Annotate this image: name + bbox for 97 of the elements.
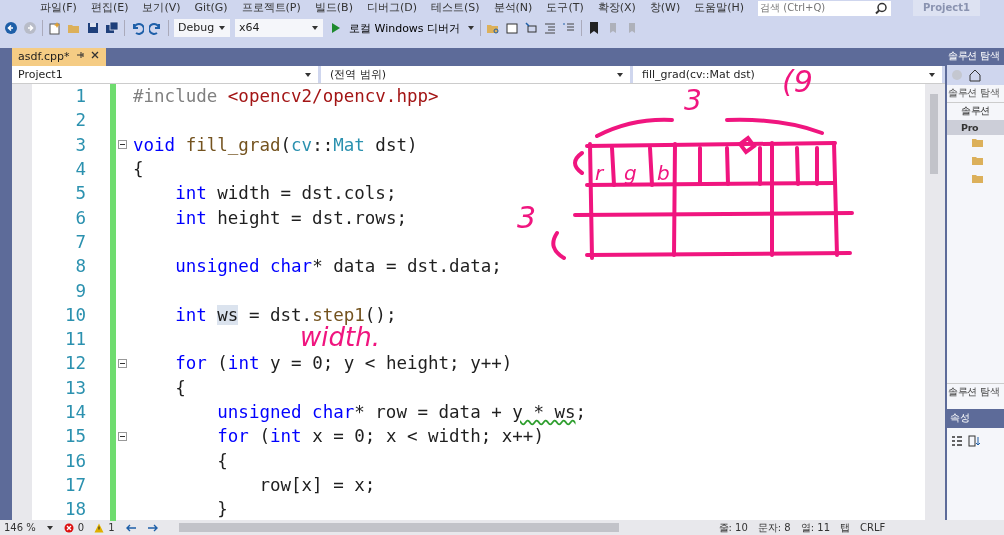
- categorized-icon[interactable]: [950, 434, 964, 448]
- menu-item[interactable]: 분석(N): [493, 0, 533, 16]
- back-arrow-icon[interactable]: [124, 522, 137, 533]
- forward-arrow-icon[interactable]: [146, 522, 159, 533]
- tree-item[interactable]: Pro: [947, 120, 1004, 135]
- menu-item[interactable]: 빌드(B): [314, 0, 353, 16]
- line-number: 8: [74, 256, 87, 277]
- line-number: 9: [74, 280, 87, 301]
- redo-icon[interactable]: [149, 21, 163, 35]
- caret-icon: [311, 24, 319, 32]
- line-number: 15: [63, 426, 87, 447]
- menu-item[interactable]: Git(G): [194, 0, 228, 16]
- new-item-icon[interactable]: [48, 21, 62, 35]
- handwritten-letter: r: [595, 161, 604, 185]
- save-all-icon[interactable]: [105, 21, 119, 35]
- caret-icon: [218, 24, 226, 32]
- code-line: {: [132, 159, 144, 180]
- line-number: 10: [63, 304, 87, 325]
- caret-icon[interactable]: [45, 523, 54, 532]
- line-number: 5: [74, 183, 87, 204]
- configuration-dropdown[interactable]: Debug: [174, 19, 230, 37]
- line-number: 7: [74, 231, 87, 252]
- run-debugger-button[interactable]: 로컬 Windows 디버거: [347, 20, 463, 36]
- code-line: unsigned char* data = dst.data;: [174, 256, 502, 277]
- code-line: }: [216, 499, 228, 520]
- project-name-badge: Project1: [913, 0, 980, 16]
- indent-mode: 탭: [840, 520, 850, 535]
- line-number: 4: [74, 159, 87, 180]
- caret-icon: [928, 70, 936, 79]
- line-number: 14: [63, 402, 87, 422]
- code-line: void fill_grad(cv::Mat dst): [132, 134, 418, 155]
- window-icon[interactable]: [505, 21, 520, 35]
- caret-icon: [304, 70, 312, 79]
- menu-item[interactable]: 편집(E): [90, 0, 129, 16]
- char-position: 문자: 8: [757, 520, 791, 535]
- line-position: 줄: 10: [718, 520, 748, 535]
- caret-icon[interactable]: [467, 24, 476, 32]
- file-tab[interactable]: asdf.cpp*: [12, 48, 106, 66]
- warning-count[interactable]: 1: [108, 522, 115, 533]
- line-number: 3: [74, 134, 87, 155]
- code-line: for (int x = 0; x < width; x++): [216, 426, 544, 447]
- code-line: #include <opencv2/opencv.hpp>: [132, 86, 439, 107]
- line-number: 11: [63, 329, 87, 350]
- zoom-level[interactable]: 146 %: [4, 522, 36, 533]
- line-number: 2: [74, 110, 87, 131]
- menu-item[interactable]: 프로젝트(P): [241, 0, 301, 16]
- menu-item[interactable]: 확장(X): [597, 0, 636, 16]
- column-position: 열: 11: [800, 520, 830, 535]
- indent-icon[interactable]: [543, 21, 558, 35]
- code-line: int ws = dst.step1();: [174, 304, 397, 325]
- vertical-scrollbar[interactable]: [925, 84, 945, 520]
- sort-icon[interactable]: [967, 434, 981, 448]
- menu-item[interactable]: 파일(F): [40, 0, 77, 16]
- menu-item[interactable]: 도움말(H): [694, 0, 745, 16]
- line-number: 13: [63, 377, 87, 398]
- undo-icon[interactable]: [130, 21, 144, 35]
- tree-item[interactable]: 솔루션: [947, 103, 1004, 120]
- menu-item[interactable]: 디버그(D): [366, 0, 417, 16]
- error-count[interactable]: 0: [77, 522, 85, 533]
- error-icon[interactable]: [63, 522, 74, 533]
- menu-item[interactable]: 테스트(S): [431, 0, 480, 16]
- warning-icon[interactable]: [94, 522, 105, 533]
- code-line: int width = dst.cols;: [174, 183, 397, 204]
- collapse-icon[interactable]: [118, 431, 127, 441]
- pin-icon[interactable]: [74, 50, 85, 60]
- line-number: 18: [63, 499, 87, 520]
- code-line: row[x] = x;: [258, 474, 376, 495]
- search-field[interactable]: 검색 (Ctrl+Q): [758, 0, 874, 16]
- line-number: 1: [74, 86, 87, 107]
- caret-icon: [616, 70, 624, 79]
- line-number: 6: [74, 207, 87, 228]
- menu-item[interactable]: 창(W): [649, 0, 681, 16]
- menu-item[interactable]: 도구(T): [546, 0, 584, 16]
- platform-dropdown[interactable]: x64: [235, 19, 323, 37]
- close-icon[interactable]: [89, 50, 100, 60]
- line-number: 17: [63, 474, 87, 495]
- line-ending: CRLF: [860, 522, 886, 533]
- panel-tab[interactable]: 솔루션 탐색: [947, 383, 1004, 401]
- code-line: int height = dst.rows;: [174, 207, 407, 228]
- panel-title: 속성: [947, 409, 1004, 428]
- handwritten-letter: b: [657, 161, 670, 185]
- search-field[interactable]: 솔루션 탐색: [947, 85, 1004, 103]
- menu-item[interactable]: 보기(V): [142, 0, 181, 16]
- back-icon[interactable]: [4, 21, 18, 35]
- line-number: 16: [63, 450, 87, 471]
- handwritten-number: 3: [684, 84, 702, 117]
- line-number: 12: [63, 353, 87, 374]
- panel-title: 솔루션 탐색: [947, 48, 1004, 65]
- code-line: unsigned char* row = data + y * ws;: [216, 402, 587, 422]
- collapse-icon[interactable]: [118, 358, 127, 368]
- save-icon[interactable]: [86, 21, 100, 35]
- collapse-icon[interactable]: [118, 140, 127, 150]
- code-line: {: [216, 450, 228, 471]
- code-line: for (int y = 0; y < height; y++): [174, 353, 513, 374]
- code-line: {: [174, 377, 186, 398]
- home-icon[interactable]: [968, 68, 982, 82]
- handwritten-number: 3: [517, 200, 537, 235]
